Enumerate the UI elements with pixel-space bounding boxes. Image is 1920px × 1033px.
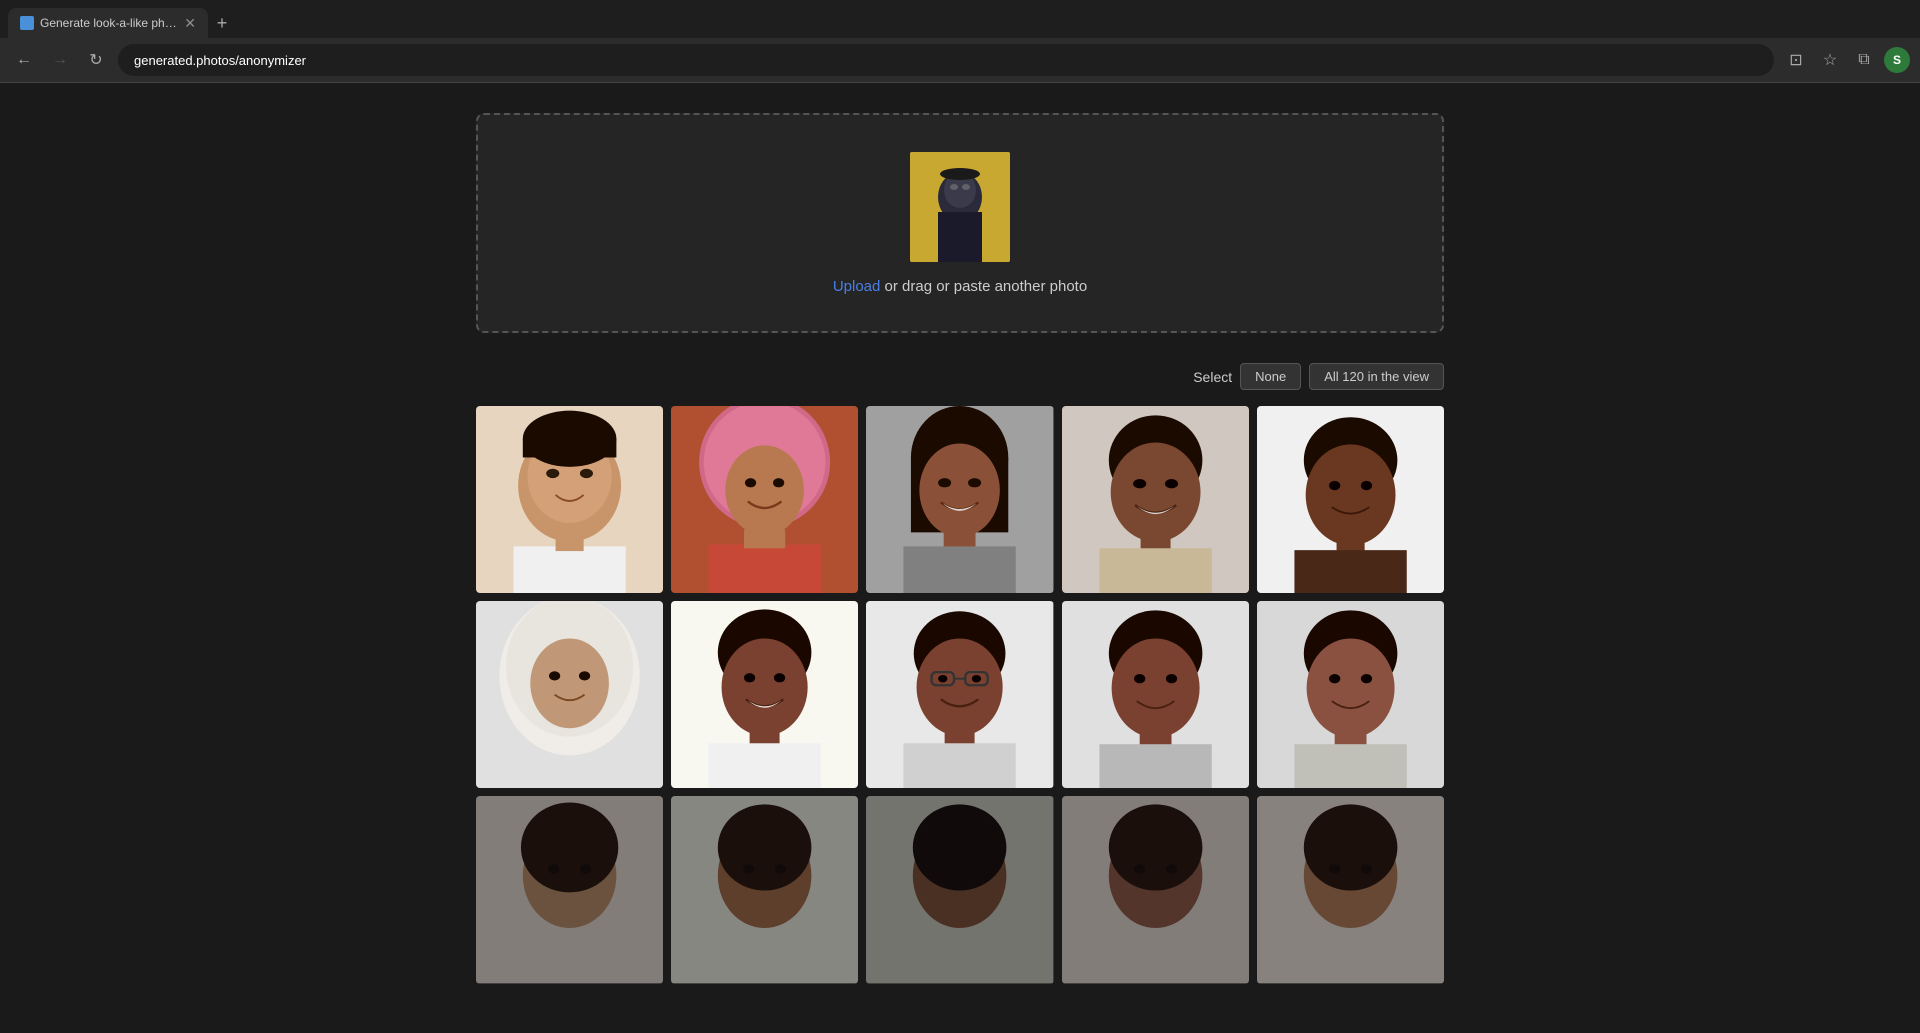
photo-item[interactable]: [866, 406, 1053, 593]
upload-text-suffix: or drag or paste another photo: [880, 278, 1087, 295]
upload-preview-image: [910, 152, 1010, 262]
photo-item[interactable]: [671, 601, 858, 788]
all-in-view-button[interactable]: All 120 in the view: [1309, 363, 1444, 390]
tab-close-button[interactable]: ✕: [184, 15, 196, 32]
forward-button[interactable]: →: [46, 46, 74, 74]
photo-grid: [476, 406, 1444, 984]
browser-toolbar: ← → ↻ ⊡ ☆ ⧉ S: [0, 38, 1920, 82]
extensions-icon[interactable]: ⧉: [1850, 46, 1878, 74]
photo-item[interactable]: [866, 601, 1053, 788]
upload-link[interactable]: Upload: [833, 278, 881, 295]
new-tab-button[interactable]: +: [208, 9, 236, 37]
photo-item[interactable]: [671, 796, 858, 983]
photo-item[interactable]: [1062, 406, 1249, 593]
photo-item[interactable]: [671, 406, 858, 593]
photo-item[interactable]: [1062, 796, 1249, 983]
photo-item[interactable]: [476, 406, 663, 593]
upload-text: Upload or drag or paste another photo: [833, 278, 1087, 295]
user-avatar[interactable]: S: [1884, 47, 1910, 73]
none-button[interactable]: None: [1240, 363, 1301, 390]
toolbar-actions: ⊡ ☆ ⧉ S: [1782, 46, 1910, 74]
upload-area[interactable]: Upload or drag or paste another photo: [476, 113, 1444, 333]
photo-item[interactable]: [476, 796, 663, 983]
cast-icon[interactable]: ⊡: [1782, 46, 1810, 74]
active-tab[interactable]: Generate look-a-like photos to p ✕: [8, 8, 208, 38]
photo-item[interactable]: [1257, 406, 1444, 593]
photo-item[interactable]: [1257, 601, 1444, 788]
refresh-button[interactable]: ↻: [82, 46, 110, 74]
photo-item[interactable]: [866, 796, 1053, 983]
gallery-controls: Select None All 120 in the view: [476, 363, 1444, 390]
photo-item[interactable]: [476, 601, 663, 788]
bookmark-icon[interactable]: ☆: [1816, 46, 1844, 74]
photo-item[interactable]: [1062, 601, 1249, 788]
browser-chrome: Generate look-a-like photos to p ✕ + ← →…: [0, 0, 1920, 83]
back-button[interactable]: ←: [10, 46, 38, 74]
page-content: Upload or drag or paste another photo Se…: [460, 83, 1460, 1024]
tab-favicon: [20, 16, 34, 30]
browser-tabs: Generate look-a-like photos to p ✕ +: [0, 0, 1920, 38]
address-bar[interactable]: [118, 44, 1774, 76]
select-label: Select: [1193, 369, 1232, 385]
photo-item[interactable]: [1257, 796, 1444, 983]
tab-title: Generate look-a-like photos to p: [40, 16, 178, 30]
